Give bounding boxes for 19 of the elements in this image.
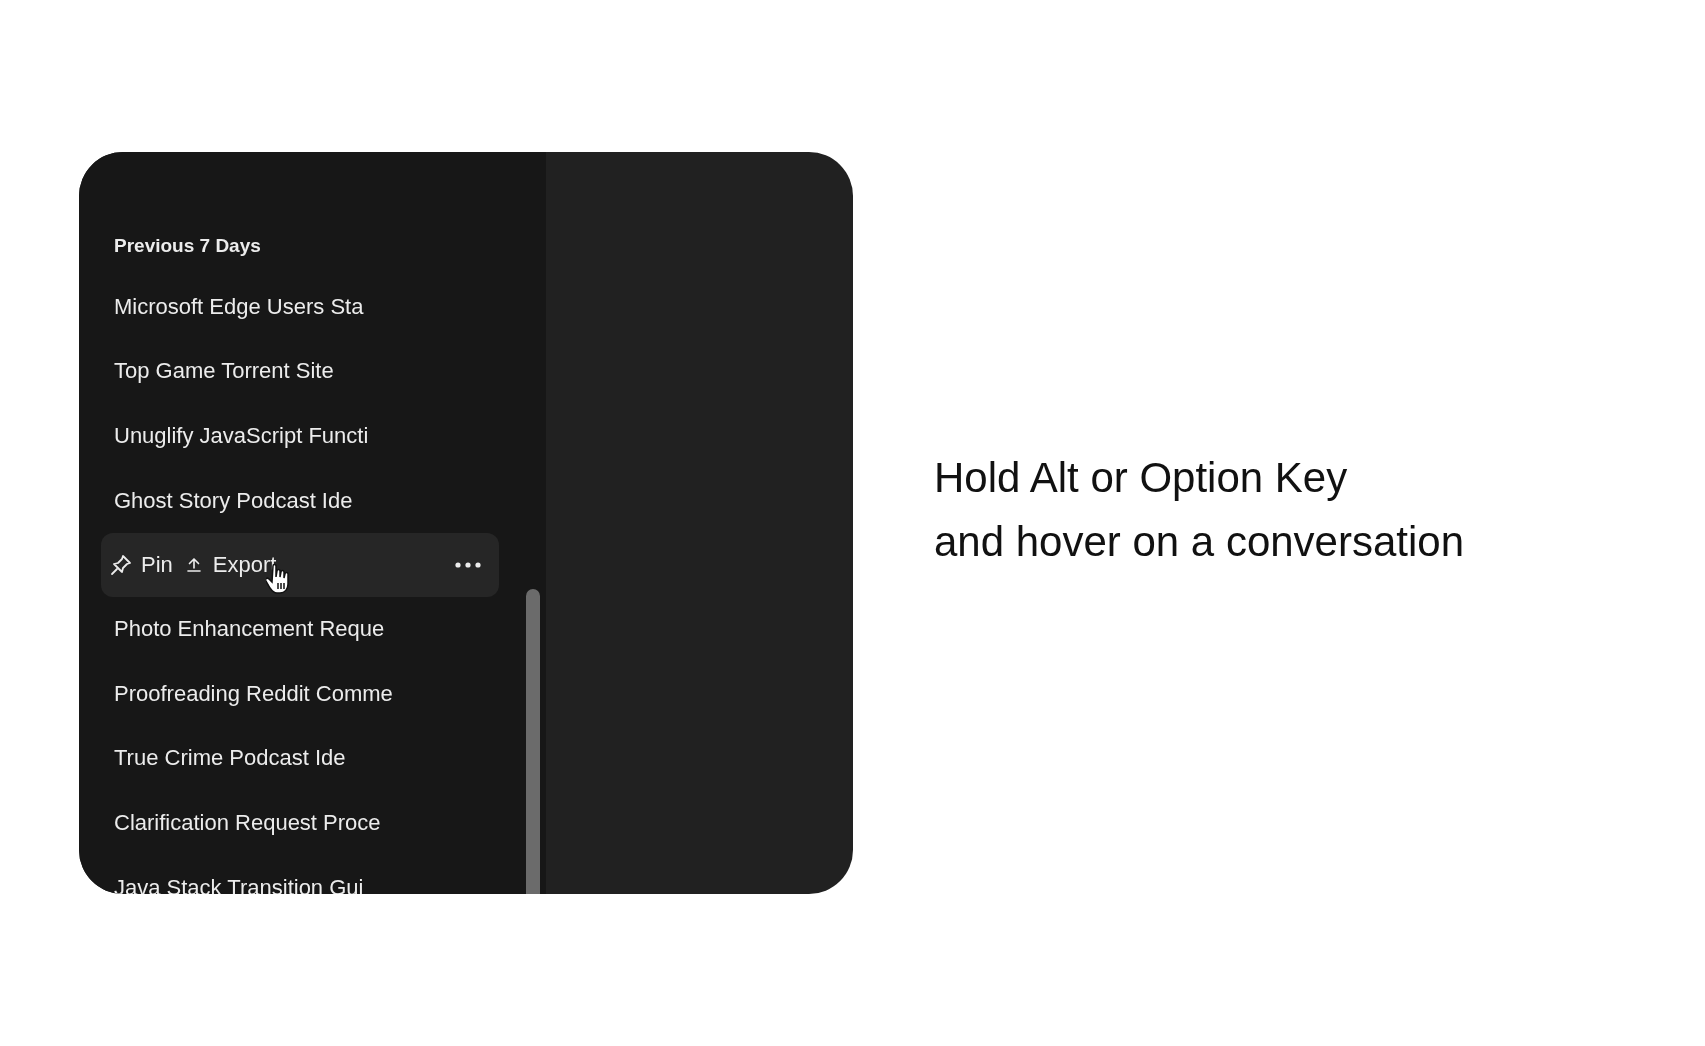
conversation-title[interactable]: Proofreading Reddit Comme <box>114 682 393 705</box>
conversation-title[interactable]: Java Stack Transition Gui <box>114 876 364 894</box>
conversation-title[interactable]: Top Game Torrent Site <box>114 360 334 383</box>
conversation-title[interactable]: Microsoft Edge Users Sta <box>114 295 364 318</box>
conversation-title[interactable]: Photo Enhancement Reque <box>114 618 385 641</box>
caption-line: Hold Alt or Option Key <box>934 453 1349 503</box>
conversation-title[interactable]: Clarification Request Proce <box>114 811 381 834</box>
pin-icon <box>109 552 133 577</box>
conversation-title[interactable]: Unuglify JavaScript Functi <box>114 425 369 447</box>
section-heading: Previous 7 Days <box>114 234 261 258</box>
conversation-row[interactable]: Pin Export <box>101 532 499 597</box>
export-button[interactable]: Export <box>184 553 277 576</box>
pin-button[interactable]: Pin <box>109 552 173 577</box>
more-icon <box>455 561 481 568</box>
conversation-title[interactable]: True Crime Podcast Ide <box>114 747 346 770</box>
caption-line: and hover on a conversation <box>934 517 1465 567</box>
upload-icon <box>184 555 203 574</box>
conversation-title[interactable]: Ghost Story Podcast Ide <box>114 489 353 512</box>
scrollbar-thumb[interactable] <box>526 589 540 894</box>
